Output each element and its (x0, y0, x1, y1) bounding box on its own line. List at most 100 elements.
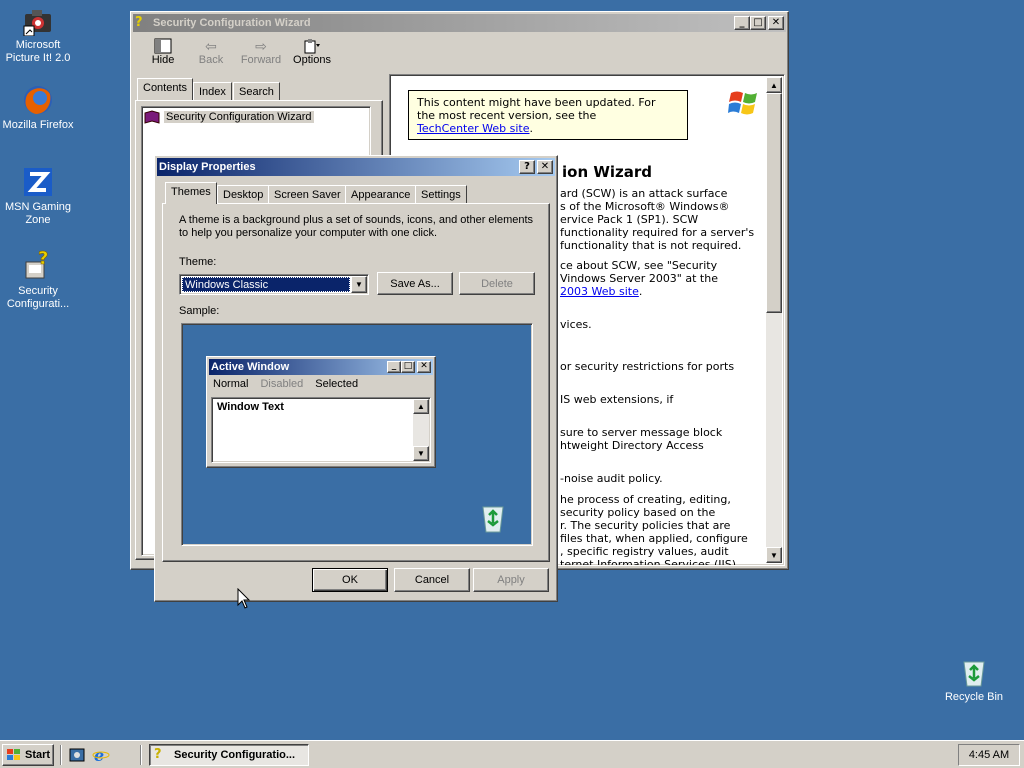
sample-scroll-down-icon: ▼ (413, 446, 429, 461)
tab-themes[interactable]: Themes (165, 182, 217, 204)
dropdown-arrow-icon[interactable]: ▼ (351, 276, 367, 293)
web-site-link[interactable]: 2003 Web site (560, 285, 639, 298)
scroll-down-button[interactable]: ▼ (766, 547, 782, 563)
body-line: Vindows Server 2003" at the (560, 272, 718, 285)
tab-contents[interactable]: Contents (137, 78, 194, 100)
mouse-cursor-icon (237, 587, 251, 610)
theme-select[interactable]: Windows Classic ▼ (179, 274, 369, 295)
update-notice: This content might have been updated. Fo… (408, 90, 688, 140)
body-line: ervice Pack 1 (SP1). SCW (560, 213, 699, 226)
forward-arrow-icon: ⇨ (255, 38, 267, 54)
sample-window-text: Window Text (217, 401, 284, 413)
sample-maximize-icon: □ (401, 361, 415, 373)
desktop-icon-picture-it[interactable]: Microsoft Picture It! 2.0 (0, 4, 76, 65)
tab-label: Index (199, 86, 226, 98)
zone-icon (22, 166, 54, 198)
tab-settings[interactable]: Settings (415, 185, 467, 205)
help-toolbar: Hide ⇦ Back ⇨ Forward Options (137, 36, 777, 74)
help-title-icon: ? (135, 15, 143, 30)
hide-button[interactable]: Hide (143, 38, 183, 66)
maximize-button[interactable]: □ (750, 16, 766, 30)
body-line: ce about SCW, see "Security (560, 259, 718, 272)
back-button[interactable]: ⇦ Back (189, 38, 233, 66)
tab-label: Screen Saver (274, 189, 341, 201)
desktop-icon-firefox[interactable]: Mozilla Firefox (0, 84, 76, 132)
themes-description: A theme is a background plus a set of so… (179, 214, 533, 240)
desktop-icon-label: Mozilla Firefox (2, 119, 74, 131)
notice-period: . (529, 122, 534, 135)
tab-label: Appearance (351, 189, 411, 201)
dialog-close-button[interactable]: ✕ (537, 160, 553, 174)
tab-label: Desktop (223, 189, 264, 201)
description-line: A theme is a background plus a set of so… (179, 214, 534, 226)
internet-explorer-icon[interactable]: e (92, 746, 110, 765)
scroll-thumb[interactable] (766, 93, 782, 313)
notice-line: This content might have been updated. Fo… (417, 96, 656, 109)
help-window-titlebar[interactable]: ? Security Configuration Wizard _ □ ✕ (133, 14, 786, 32)
tab-desktop[interactable]: Desktop (217, 185, 270, 205)
apply-button[interactable]: Apply (473, 568, 549, 592)
start-label: Start (25, 749, 51, 761)
sample-preview: Active Window _ □ ✕ Normal Disabled Sele… (181, 323, 533, 546)
body-line: r. The security policies that are (560, 519, 731, 532)
taskbar-item-security-wizard[interactable]: ? Security Configuratio... (149, 744, 309, 766)
body-period: . (638, 285, 643, 298)
body-line: vices. (560, 318, 592, 331)
display-properties-dialog: Display Properties ? ✕ Themes Desktop Sc… (154, 155, 558, 602)
forward-label: Forward (240, 54, 282, 66)
body-line: functionality that is not required. (560, 239, 742, 252)
body-line: s of the Microsoft® Windows® (560, 200, 730, 213)
body-line: or security restrictions for ports (560, 360, 735, 373)
sample-scroll-up-icon: ▲ (413, 399, 429, 414)
dialog-title: Display Properties (159, 161, 256, 173)
sample-titlebar: Active Window _ □ ✕ (209, 359, 433, 375)
tree-item-scw[interactable]: Security Configuration Wizard (142, 107, 370, 127)
help-button[interactable]: ? (519, 160, 535, 174)
minimize-button[interactable]: _ (734, 16, 750, 30)
save-as-button[interactable]: Save As... (377, 272, 453, 295)
desktop-icon-label: Security Configurati... (6, 285, 70, 310)
desktop-icon-recycle-bin[interactable]: Recycle Bin (936, 656, 1012, 704)
hide-label: Hide (151, 54, 175, 66)
options-label: Options (293, 54, 331, 66)
tab-index[interactable]: Index (193, 82, 232, 102)
tab-search[interactable]: Search (233, 82, 280, 102)
system-tray-clock[interactable]: 4:45 AM (958, 744, 1020, 766)
taskbar-divider (140, 745, 142, 765)
tab-screen-saver[interactable]: Screen Saver (268, 185, 347, 205)
start-button[interactable]: Start (2, 744, 54, 766)
options-button[interactable]: Options (287, 38, 337, 66)
techcenter-link[interactable]: TechCenter Web site (417, 122, 530, 135)
delete-button[interactable]: Delete (459, 272, 535, 295)
scroll-up-button[interactable]: ▲ (766, 77, 782, 93)
body-line: , specific registry values, audit (560, 545, 729, 558)
camera-icon (22, 4, 54, 37)
tab-label: Themes (171, 186, 211, 198)
forward-button[interactable]: ⇨ Forward (235, 38, 287, 66)
cancel-button[interactable]: Cancel (394, 568, 470, 592)
notice-line: the most recent version, see the (417, 109, 597, 122)
desktop-icon-msn-zone[interactable]: MSN Gaming Zone (0, 166, 76, 227)
dialog-titlebar[interactable]: Display Properties ? ✕ (157, 158, 555, 176)
hide-icon (154, 38, 172, 54)
sample-active-window: Active Window _ □ ✕ Normal Disabled Sele… (206, 356, 436, 468)
body-line: he process of creating, editing, (560, 493, 731, 506)
help-window-title: Security Configuration Wizard (153, 17, 311, 29)
desktop-icon-label: MSN Gaming Zone (4, 201, 72, 226)
sample-menu-disabled: Disabled (260, 378, 304, 390)
taskbar: Start e ? Security Configuratio... 4:45 … (0, 740, 1024, 768)
svg-text:?: ? (38, 250, 48, 269)
theme-select-value: Windows Classic (182, 277, 350, 292)
recycle-bin-icon (958, 656, 990, 688)
options-icon (303, 38, 321, 54)
content-scrollbar[interactable]: ▲ ▼ (766, 77, 782, 563)
tree-item-label: Security Configuration Wizard (164, 111, 314, 123)
ok-button[interactable]: OK (312, 568, 388, 592)
tab-appearance[interactable]: Appearance (345, 185, 417, 205)
desktop-icon-security-wizard[interactable]: ? Security Configurati... (0, 248, 76, 311)
show-desktop-icon[interactable] (68, 746, 86, 764)
close-button[interactable]: ✕ (768, 16, 784, 30)
body-line: files that, when applied, configure (560, 532, 748, 545)
sample-scrollbar: ▲ ▼ (413, 399, 429, 461)
clock-text: 4:45 AM (968, 749, 1010, 761)
